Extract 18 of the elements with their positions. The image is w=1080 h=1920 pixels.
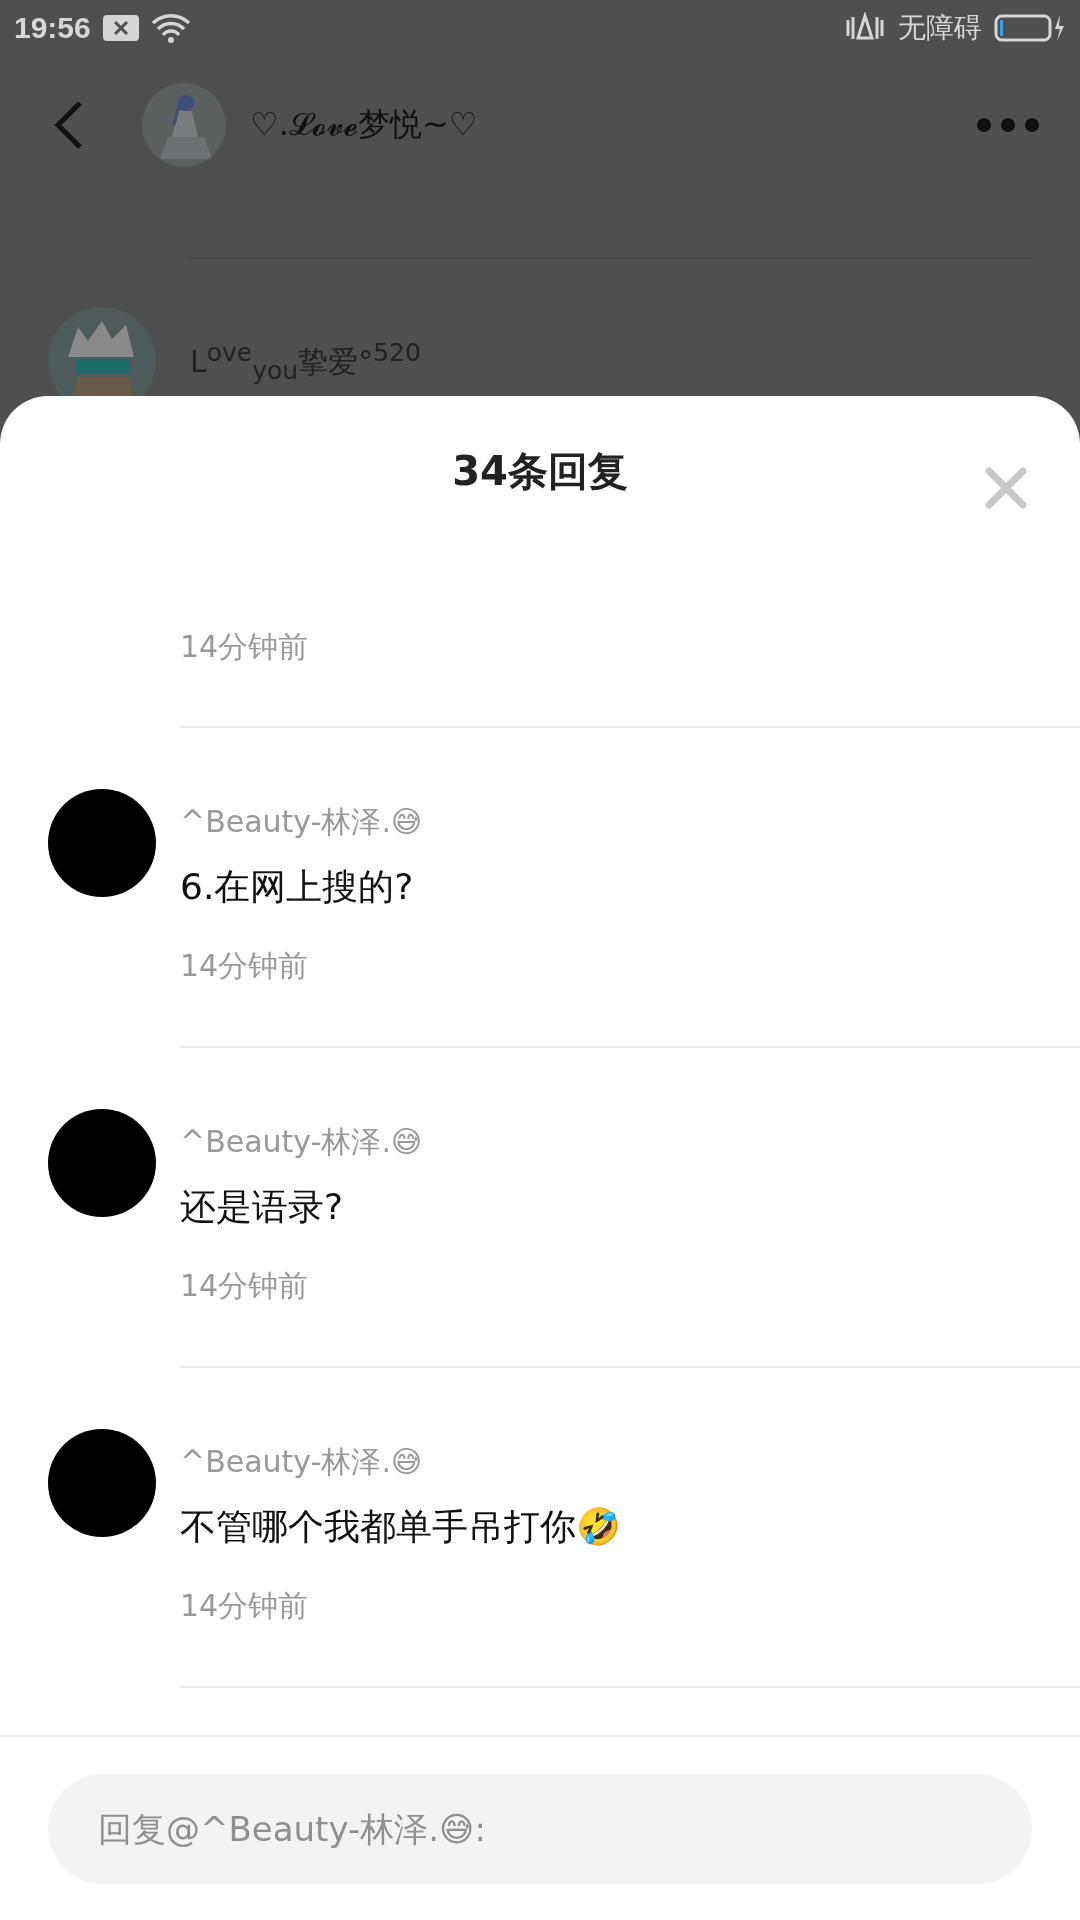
- chat-title: ♡.𝓛𝓸𝓿𝓮梦悦~♡: [250, 104, 479, 145]
- reply-author[interactable]: ^Beauty-林泽.😅: [180, 1120, 423, 1164]
- reply-time: 14分钟前: [180, 1267, 309, 1305]
- reply-text: 还是语录?: [180, 1185, 344, 1229]
- reply-text: 不管哪个我都单手吊打你🤣: [180, 1505, 621, 1549]
- accessibility-label: 无障碍: [898, 9, 982, 46]
- reply-input[interactable]: 回复@^Beauty-林泽.😅:: [48, 1774, 1032, 1884]
- reply-time: 14分钟前: [180, 629, 309, 664]
- battery-icon: [994, 12, 1066, 43]
- sheet-title: 34条回复: [452, 446, 628, 496]
- reply-author[interactable]: ^Beauty-林泽.😅: [180, 1440, 423, 1484]
- wifi-icon: [150, 12, 191, 43]
- reply-time: 14分钟前: [180, 947, 309, 985]
- reply-author[interactable]: ^Beauty-林泽.😅: [180, 800, 423, 844]
- notification-icon: [102, 14, 139, 41]
- reply-text: 6.在网上搜的?: [180, 865, 414, 909]
- reply-time: 14分钟前: [180, 1587, 309, 1625]
- clock-time: 19:56: [14, 10, 91, 45]
